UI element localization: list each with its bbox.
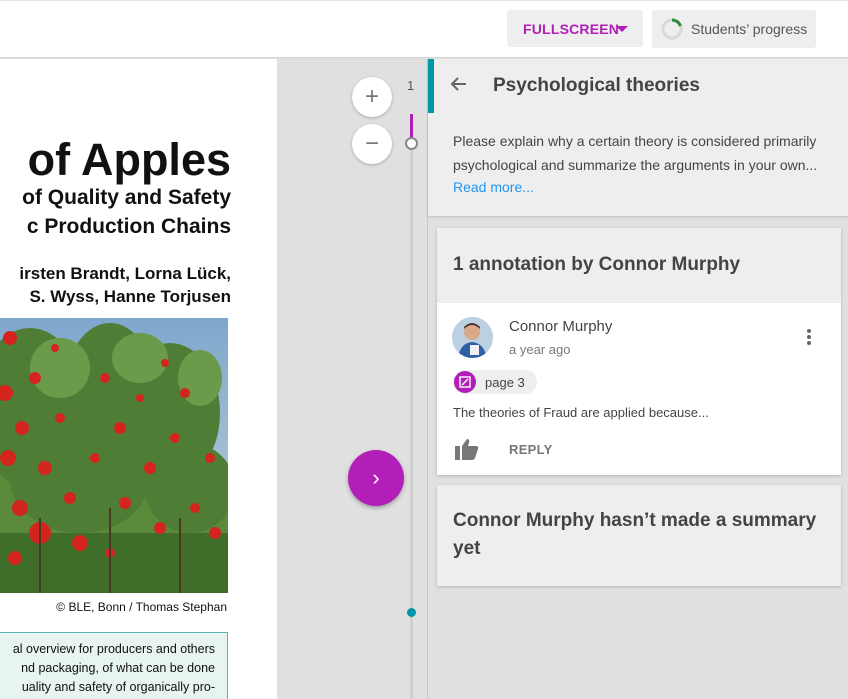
- thumb-up-icon[interactable]: [455, 438, 479, 465]
- avatar[interactable]: [452, 317, 493, 358]
- task-title: Psychological theories: [493, 75, 700, 96]
- document-abstract-box: al overview for producers and others nd …: [0, 632, 228, 699]
- abstract-line: nd packaging, of what can be done: [21, 661, 215, 675]
- annotation-count-title: 1 annotation by Connor Murphy: [453, 254, 741, 275]
- abstract-line: uality and safety of organically pro-: [21, 680, 215, 694]
- document-subtitle: of Quality and Safety: [22, 186, 231, 209]
- chevron-right-icon: ›: [372, 465, 380, 490]
- task-description: Please explain why a certain theory is c…: [453, 133, 818, 173]
- annotation-panel: Psychological theories Please explain wh…: [427, 59, 848, 699]
- reply-button[interactable]: REPLY: [509, 442, 553, 457]
- progress-ring-icon: [661, 18, 683, 40]
- back-button[interactable]: [450, 73, 468, 99]
- annotation-marker[interactable]: [407, 608, 416, 617]
- annotation-text: The theories of Fraud are applied becaus…: [453, 405, 709, 420]
- viewer-controls: + − 1 ›: [277, 59, 427, 699]
- photo-credit: © BLE, Bonn / Thomas Stephan: [56, 600, 227, 614]
- read-more-link[interactable]: Read more...: [453, 179, 534, 195]
- annotation-header: 1 annotation by Connor Murphy: [437, 228, 841, 303]
- page-scroll-handle[interactable]: [405, 137, 418, 150]
- annotation-card: 1 annotation by Connor Murphy Connor Mur…: [437, 228, 841, 475]
- document-authors: irsten Brandt, Lorna Lück,: [19, 264, 231, 283]
- task-accent-bar: [428, 59, 434, 113]
- top-divider: [0, 0, 848, 1]
- minus-icon: −: [364, 130, 379, 157]
- fullscreen-label: FULLSCREEN: [523, 20, 620, 37]
- more-vert-icon[interactable]: [799, 325, 819, 349]
- annotation-author: Connor Murphy: [509, 318, 613, 335]
- zoom-in-button[interactable]: +: [352, 77, 392, 117]
- arrow-left-icon: [450, 77, 466, 91]
- summary-status: Connor Murphy hasn’t made a summary yet: [453, 510, 817, 559]
- document-subtitle: c Production Chains: [26, 215, 231, 238]
- page-chip-label: page 3: [485, 374, 525, 390]
- annotation-time: a year ago: [509, 342, 571, 357]
- students-progress-button[interactable]: Students’ progress: [652, 10, 816, 48]
- zoom-out-button[interactable]: −: [352, 124, 392, 164]
- plus-icon: +: [364, 83, 379, 110]
- annotation-page-icon: [454, 371, 476, 393]
- document-page[interactable]: of Apples of Quality and Safety c Produc…: [0, 59, 277, 699]
- page-number: 1: [407, 78, 415, 93]
- caret-down-icon: [616, 26, 628, 32]
- document-authors: S. Wyss, Hanne Torjusen: [29, 287, 231, 306]
- students-progress-label: Students’ progress: [691, 21, 808, 37]
- top-bar: FULLSCREEN Students’ progress: [0, 0, 848, 58]
- fullscreen-button[interactable]: FULLSCREEN: [507, 10, 643, 47]
- task-card: Psychological theories Please explain wh…: [428, 59, 848, 216]
- page-chip[interactable]: page 3: [453, 370, 537, 394]
- document-title: of Apples: [27, 134, 231, 185]
- apple-tree-photo: [0, 318, 228, 593]
- next-button[interactable]: ›: [348, 450, 404, 506]
- abstract-line: al overview for producers and others: [12, 642, 215, 656]
- summary-card: Connor Murphy hasn’t made a summary yet: [437, 485, 841, 586]
